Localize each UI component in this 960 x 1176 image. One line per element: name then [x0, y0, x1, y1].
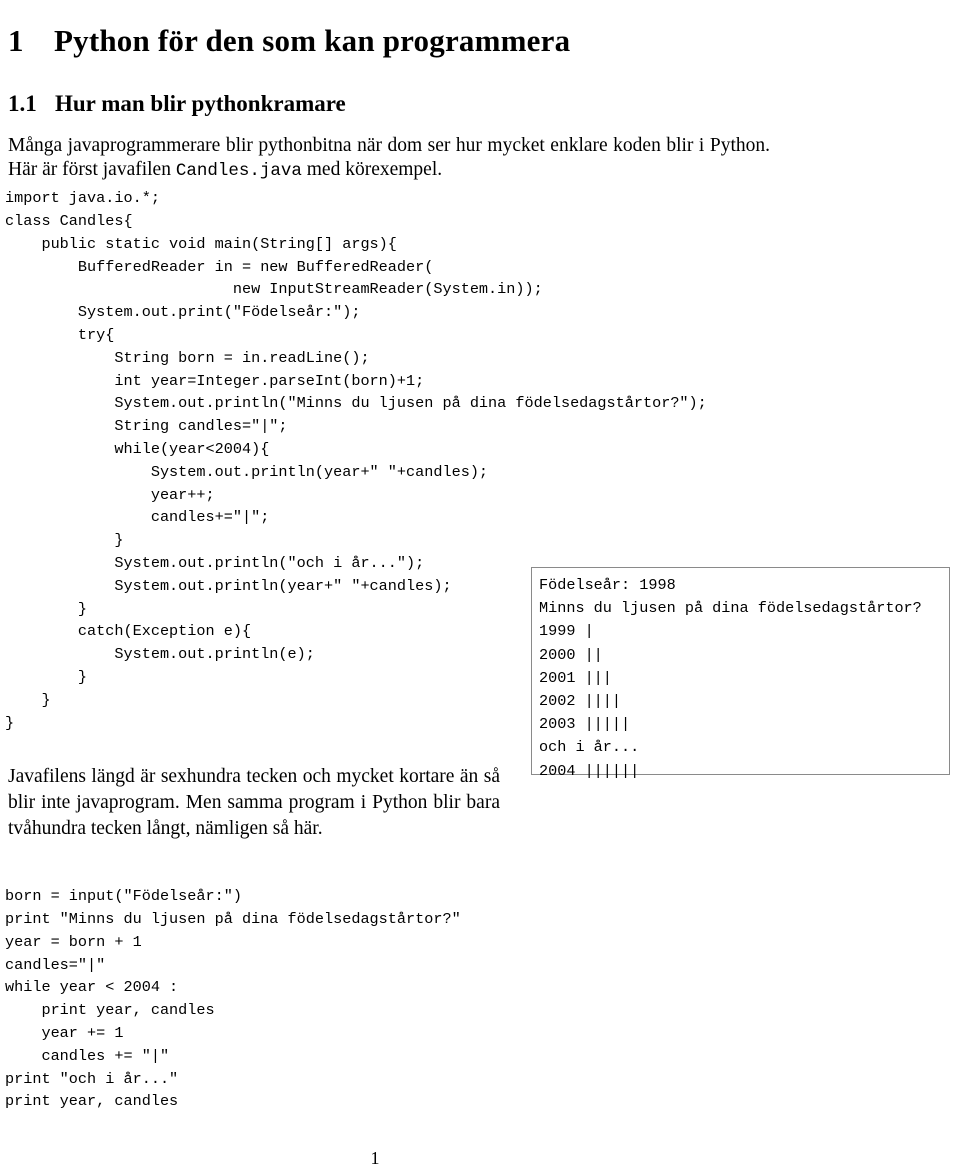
- output-line: 2003 |||||: [539, 715, 631, 734]
- section-number: 1: [8, 22, 24, 58]
- output-line: 2002 ||||: [539, 692, 622, 711]
- page-number: 1: [370, 1148, 380, 1168]
- subsection-heading: 1.1 Hur man blir pythonkramare: [8, 91, 346, 117]
- intro-text-after: med körexempel.: [301, 158, 443, 180]
- output-line: Minns du ljusen på dina födelsedagstårto…: [539, 599, 922, 618]
- document-page: 1 Python för den som kan programmera 1.1 H…: [0, 0, 960, 1176]
- page-title: 1 Python för den som kan programmera: [8, 23, 570, 59]
- javafile-length-paragraph: Javafilens längd är sexhundra tecken och…: [8, 765, 500, 839]
- section-title-text: Python för den som kan programmera: [54, 22, 571, 58]
- output-line: 1999 |: [539, 622, 594, 641]
- output-line: och i år...: [539, 738, 640, 757]
- output-line: 2001 |||: [539, 668, 612, 687]
- output-line: 2004 ||||||: [539, 761, 640, 780]
- inline-filename-code: Candles.java: [175, 160, 302, 181]
- intro-paragraph: Många javaprogrammerare blir pythonbitna…: [8, 134, 770, 183]
- subsection-title-text: Hur man blir pythonkramare: [55, 91, 346, 117]
- program-output-box: Födelseår: 1998 Minns du ljusen på dina …: [531, 567, 950, 780]
- python-code-block: born = input("Födelseår:") print "Minns …: [5, 887, 461, 1111]
- output-line: 2000 ||: [539, 645, 603, 664]
- subsection-number: 1.1: [8, 91, 37, 117]
- output-line: Födelseår: 1998: [539, 576, 676, 594]
